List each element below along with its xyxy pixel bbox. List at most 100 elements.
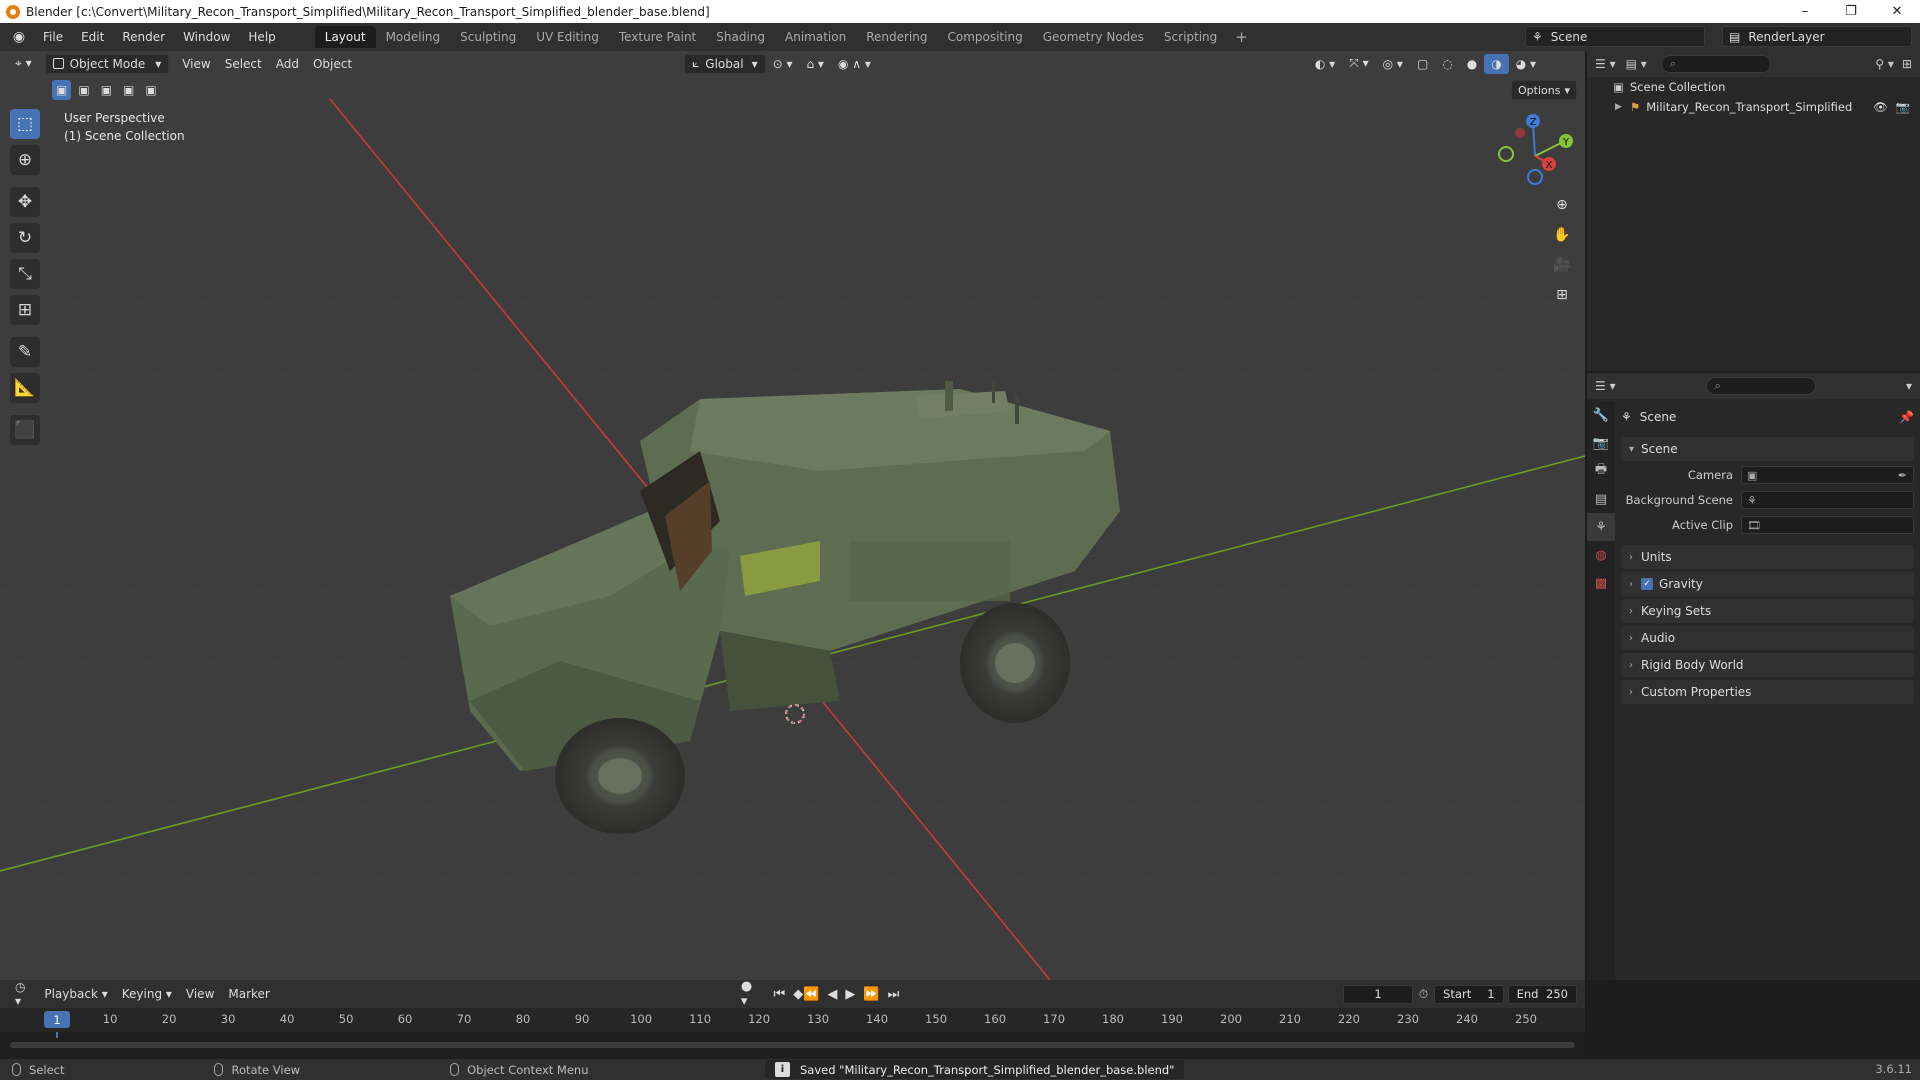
- select-extend-icon[interactable]: ▣: [74, 80, 93, 100]
- outliner-editor-type-icon[interactable]: ☰ ▾: [1595, 57, 1616, 71]
- transform-tool-icon[interactable]: ⊞: [10, 295, 40, 325]
- timeline-menu-view[interactable]: View: [179, 984, 221, 1004]
- cursor-tool-icon[interactable]: ⊕: [10, 145, 40, 175]
- maximize-button[interactable]: ❐: [1828, 4, 1874, 19]
- jump-keyframe-back-icon[interactable]: ◆⏪: [789, 987, 823, 1002]
- options-dropdown[interactable]: Options ▾: [1511, 80, 1577, 100]
- overlay-toggle-button[interactable]: ◎ ▾: [1376, 54, 1410, 74]
- display-mode-icon[interactable]: ▤ ▾: [1626, 57, 1647, 71]
- scale-tool-icon[interactable]: ⤡: [10, 259, 40, 289]
- timeline-editor-type-icon[interactable]: ◷ ▾: [8, 980, 37, 1008]
- select-intersect-icon[interactable]: ▣: [141, 80, 160, 100]
- texture-tab-icon[interactable]: ▩: [1587, 569, 1615, 597]
- view-layer-selector[interactable]: ▤ RenderLayer: [1722, 26, 1912, 47]
- viewport-menu-view[interactable]: View: [175, 54, 217, 74]
- outliner-search-input[interactable]: ⌕: [1660, 55, 1771, 73]
- scene-section-header[interactable]: ▾ Scene: [1621, 437, 1914, 461]
- end-frame-field[interactable]: End 250: [1507, 984, 1577, 1004]
- measure-tool-icon[interactable]: 📐: [10, 373, 40, 403]
- add-cube-tool-icon[interactable]: ⬛: [10, 415, 40, 445]
- play-icon[interactable]: ▶: [841, 987, 859, 1002]
- play-reverse-icon[interactable]: ◀: [823, 987, 841, 1002]
- menu-edit[interactable]: Edit: [72, 30, 113, 44]
- rotate-tool-icon[interactable]: ↻: [10, 223, 40, 253]
- chevron-down-icon[interactable]: ▾: [1906, 379, 1912, 393]
- background-scene-field[interactable]: ⚘: [1741, 491, 1914, 509]
- close-button[interactable]: ✕: [1874, 4, 1920, 19]
- tab-sculpting[interactable]: Sculpting: [450, 26, 526, 48]
- shading-material-button[interactable]: ◑: [1484, 53, 1509, 74]
- annotate-tool-icon[interactable]: ✎: [10, 337, 40, 367]
- viewport-menu-object[interactable]: Object: [306, 54, 359, 74]
- zoom-view-icon[interactable]: ⊕: [1550, 193, 1574, 217]
- object-mode-dropdown[interactable]: Object Mode ▾: [44, 53, 170, 74]
- tool-tab-icon[interactable]: 🔧: [1587, 401, 1615, 429]
- rigid-body-world-section-header[interactable]: › Rigid Body World: [1621, 653, 1914, 677]
- select-subtract-icon[interactable]: ▣: [97, 80, 116, 100]
- timeline-menu-marker[interactable]: Marker: [221, 984, 276, 1004]
- timeline-scrollbar[interactable]: [10, 1042, 1575, 1048]
- current-frame-indicator[interactable]: 1: [44, 1011, 70, 1028]
- camera-field[interactable]: ▣ ✒: [1741, 466, 1914, 484]
- start-frame-field[interactable]: Start 1: [1434, 984, 1504, 1004]
- transform-orientation-dropdown[interactable]: ⟀ Global ▾: [684, 53, 766, 74]
- gizmo-toggle-button[interactable]: ⤧ ▾: [1342, 54, 1375, 74]
- output-tab-icon[interactable]: 🖶: [1587, 457, 1615, 485]
- snap-button[interactable]: ⌂ ▾: [800, 54, 831, 74]
- properties-search-input[interactable]: ⌕: [1705, 377, 1816, 395]
- world-tab-icon[interactable]: ◍: [1587, 541, 1615, 569]
- view-layer-tab-icon[interactable]: ▤: [1587, 485, 1615, 513]
- jump-end-icon[interactable]: ⏭: [884, 987, 904, 1002]
- outliner-item[interactable]: ▶ ⚑ Military_Recon_Transport_Simplified …: [1587, 97, 1920, 117]
- outliner-scene-collection[interactable]: ▣ Scene Collection: [1587, 77, 1920, 97]
- timeline-menu-keying[interactable]: Keying ▾: [115, 984, 179, 1004]
- pin-icon[interactable]: 📌: [1899, 410, 1914, 424]
- move-tool-icon[interactable]: ✥: [10, 187, 40, 217]
- select-box-tool-icon[interactable]: ⬚: [10, 109, 40, 139]
- render-tab-icon[interactable]: 📷: [1587, 429, 1615, 457]
- timeline-keyframe-area[interactable]: [0, 1032, 1585, 1059]
- tab-geometry-nodes[interactable]: Geometry Nodes: [1033, 26, 1154, 48]
- scene-tab-icon[interactable]: ⚘: [1587, 513, 1615, 541]
- select-invert-icon[interactable]: ▣: [119, 80, 138, 100]
- tab-animation[interactable]: Animation: [775, 26, 856, 48]
- camera-visibility-icon[interactable]: 📷: [1896, 100, 1910, 114]
- filter-icon[interactable]: ⚲ ▾: [1875, 57, 1894, 71]
- tab-uv-editing[interactable]: UV Editing: [526, 26, 609, 48]
- shading-rendered-button[interactable]: ◕ ▾: [1509, 54, 1543, 74]
- audio-section-header[interactable]: › Audio: [1621, 626, 1914, 650]
- gravity-section-header[interactable]: › ✓ Gravity: [1621, 572, 1914, 596]
- auto-keying-button[interactable]: ● ▾: [737, 979, 762, 1009]
- viewport-menu-select[interactable]: Select: [218, 54, 269, 74]
- camera-view-icon[interactable]: 🎥: [1550, 253, 1574, 277]
- frame-ruler[interactable]: 1 10 20 30 40 50 60 70 80 90 100 110 120 130 140 150 16…: [0, 1008, 1585, 1032]
- tab-compositing[interactable]: Compositing: [937, 26, 1032, 48]
- proportional-edit-button[interactable]: ◉ ∧ ▾: [831, 54, 878, 74]
- tab-texture-paint[interactable]: Texture Paint: [609, 26, 706, 48]
- visibility-button[interactable]: ◐ ▾: [1308, 54, 1342, 74]
- xray-toggle-button[interactable]: ▢: [1410, 54, 1435, 74]
- timeline-menu-playback[interactable]: Playback ▾: [37, 984, 114, 1004]
- properties-editor-type-icon[interactable]: ☰ ▾: [1595, 379, 1616, 393]
- tab-layout[interactable]: Layout: [314, 26, 376, 48]
- expand-arrow-icon[interactable]: ▶: [1615, 102, 1622, 112]
- new-collection-icon[interactable]: ⊞: [1902, 57, 1912, 71]
- select-new-icon[interactable]: ▣: [52, 80, 72, 100]
- jump-start-icon[interactable]: ⏮: [770, 987, 790, 1002]
- tab-shading[interactable]: Shading: [706, 26, 775, 48]
- units-section-header[interactable]: › Units: [1621, 545, 1914, 569]
- eyedropper-icon[interactable]: ✒: [1898, 469, 1907, 482]
- editor-type-button[interactable]: ⌖ ▾: [8, 54, 39, 74]
- keying-sets-section-header[interactable]: › Keying Sets: [1621, 599, 1914, 623]
- tab-scripting[interactable]: Scripting: [1154, 26, 1227, 48]
- menu-file[interactable]: File: [34, 30, 72, 44]
- jump-keyframe-forward-icon[interactable]: ⏩: [859, 987, 883, 1002]
- gravity-checkbox[interactable]: ✓: [1641, 578, 1653, 590]
- blender-menu-icon[interactable]: ◉: [8, 28, 30, 46]
- shading-wireframe-button[interactable]: ◌: [1435, 54, 1459, 74]
- custom-properties-section-header[interactable]: › Custom Properties: [1621, 680, 1914, 704]
- menu-render[interactable]: Render: [113, 30, 174, 44]
- preview-range-icon[interactable]: ⏱: [1419, 987, 1428, 1002]
- minimize-button[interactable]: –: [1782, 4, 1828, 19]
- pan-view-icon[interactable]: ✋: [1550, 223, 1574, 247]
